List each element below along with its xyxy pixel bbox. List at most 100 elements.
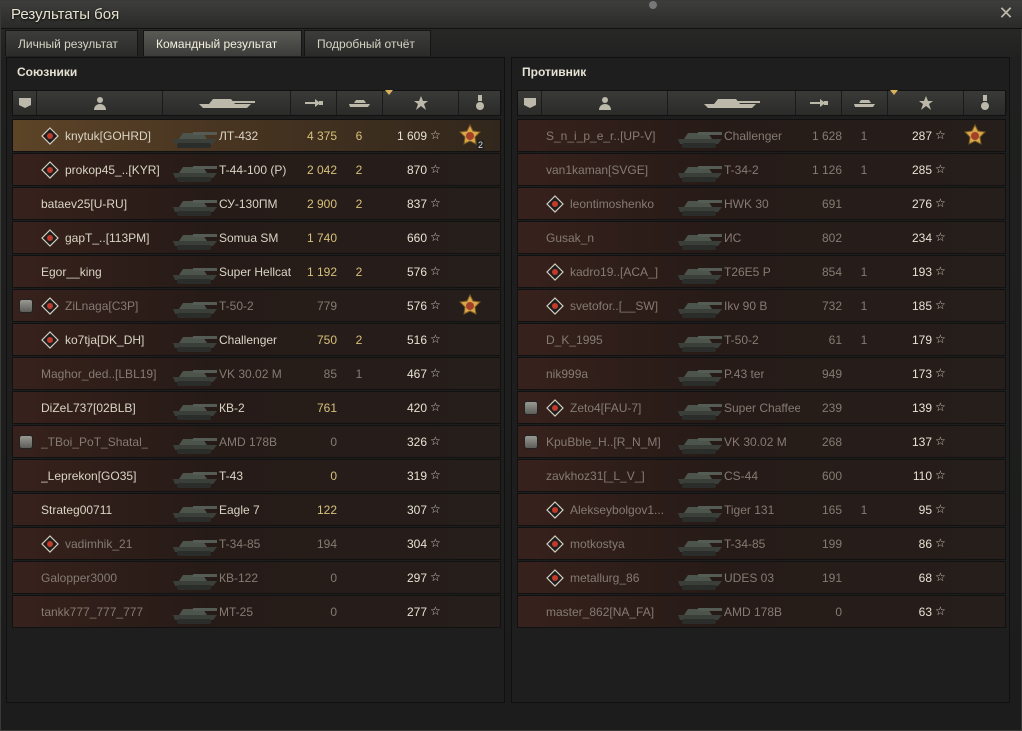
player-row[interactable]: svetofor..[__SW] Ikv 90 B 732 1 185 ☆ [517, 289, 1006, 322]
player-row[interactable]: leontimoshenko HWK 30 691 276 ☆ [517, 187, 1006, 220]
rank-badge-icon [41, 535, 59, 553]
kills-value: 1 [860, 265, 868, 279]
player-row[interactable]: KpuBble_H..[R_N_M] VK 30.02 M 268 137 ☆ [517, 425, 1006, 458]
xp-value: 837 [406, 197, 427, 211]
player-row[interactable]: _Leprekon[GO35] T-43 0 319 ☆ [12, 459, 501, 492]
vehicle-name: ЛТ-432 [219, 129, 259, 143]
player-row[interactable]: D_K_1995 T-50-2 61 1 179 ☆ [517, 323, 1006, 356]
star-icon: ☆ [935, 298, 946, 312]
player-row[interactable]: knytuk[GOHRD] ЛТ-432 4 375 6 1 609 ☆ 2 [12, 119, 501, 152]
player-row[interactable]: kadro19..[ACA_] T26E5 P 854 1 193 ☆ [517, 255, 1006, 288]
vehicle-name: Ikv 90 B [724, 299, 768, 313]
player-name: tankk777_777_777 [41, 605, 144, 619]
xp-star-icon[interactable] [888, 90, 964, 115]
tank-icon[interactable] [163, 91, 291, 115]
vehicle-name: VK 30.02 M [219, 367, 282, 381]
xp-value: 420 [406, 401, 427, 415]
damage-icon[interactable] [291, 91, 337, 115]
player-row[interactable]: prokop45_..[KYR] T-44-100 (P) 2 042 2 870 ☆ [12, 153, 501, 186]
medal-icon[interactable] [963, 123, 987, 148]
tab-detailed-report[interactable]: Подробный отчёт [304, 30, 431, 56]
kills-icon[interactable] [842, 91, 888, 115]
player-row[interactable]: Egor__king Super Hellcat 1 192 2 576 ☆ [12, 255, 501, 288]
damage-value: 61 [828, 333, 842, 347]
star-icon: ☆ [935, 332, 946, 346]
kills-icon[interactable] [337, 91, 383, 115]
player-row[interactable]: tankk777_777_777 MT-25 0 277 ☆ [12, 595, 501, 628]
player-row[interactable]: Galopper3000 КВ-122 0 297 ☆ [12, 561, 501, 594]
player-row[interactable]: Gusak_n ИС 802 234 ☆ [517, 221, 1006, 254]
player-row[interactable]: DiZeL737[02BLB] КВ-2 761 420 ☆ [12, 391, 501, 424]
star-icon: ☆ [430, 128, 441, 142]
player-row[interactable]: zavkhoz31[_L_V_] CS-44 600 110 ☆ [517, 459, 1006, 492]
xp-value: 185 [911, 299, 932, 313]
player-row[interactable]: nik999a P.43 ter 949 173 ☆ [517, 357, 1006, 390]
xp-value: 139 [911, 401, 932, 415]
tank-icon [173, 462, 219, 490]
vehicle-name: Somua SM [219, 231, 279, 245]
tab-team-result[interactable]: Командный результат [143, 30, 302, 56]
tank-icon[interactable] [668, 91, 796, 115]
damage-icon[interactable] [796, 91, 842, 115]
damage-value: 732 [821, 299, 842, 313]
star-icon: ☆ [935, 128, 946, 142]
xp-star-icon[interactable] [383, 90, 459, 115]
vehicle-name: Super Chaffee [724, 401, 800, 415]
medal-column-icon[interactable] [964, 91, 1007, 115]
vehicle-name: ИС [724, 231, 742, 245]
player-name: nik999a [546, 367, 589, 381]
player-row[interactable]: ko7tja[DK_DH] Challenger 750 2 516 ☆ [12, 323, 501, 356]
player-row[interactable]: ZiLnaga[C3P] T-50-2 779 576 ☆ [12, 289, 501, 322]
enemies-list: S_n_i_p_e_r..[UP-V] Challenger 1 628 1 287 ☆ v… [517, 119, 1006, 629]
tank-icon [173, 258, 219, 286]
xp-value: 467 [406, 367, 427, 381]
xp-value: 660 [406, 231, 427, 245]
player-row[interactable]: gapT_..[113PM] Somua SM 1 740 660 ☆ [12, 221, 501, 254]
xp-value: 193 [911, 265, 932, 279]
kills-value: 2 [355, 163, 363, 177]
player-name: kadro19..[ACA_] [570, 265, 659, 279]
player-row[interactable]: van1kaman[SVGE] T-34-2 1 126 1 285 ☆ [517, 153, 1006, 186]
player-row[interactable]: metallurg_86 UDES 03 191 68 ☆ [517, 561, 1006, 594]
kills-value: 2 [355, 197, 363, 211]
player-row[interactable]: Alekseybolgov1... Tiger 131 165 1 95 ☆ [517, 493, 1006, 526]
rank-badge-icon [546, 297, 564, 315]
tank-icon [173, 428, 219, 456]
platoon-icon [524, 435, 538, 449]
damage-value: 0 [330, 469, 337, 483]
rank-badge-icon [41, 297, 59, 315]
star-icon: ☆ [935, 264, 946, 278]
player-row[interactable]: vadimhik_21 T-34-85 194 304 ☆ [12, 527, 501, 560]
vehicle-name: T-44-100 (P) [219, 163, 287, 177]
enemies-panel: Противник S_n_i_p_e_r..[UP-V] Challenger 1… [511, 57, 1010, 703]
star-icon: ☆ [935, 570, 946, 584]
player-row[interactable]: master_862[NA_FA] AMD 178B 0 63 ☆ [517, 595, 1006, 628]
platoon-icon[interactable] [518, 91, 542, 115]
allies-panel: Союзники knytuk[GOHRD] ЛТ-432 4 375 6 1 609 ☆… [6, 57, 505, 703]
tank-icon [678, 258, 724, 286]
grip-icon [649, 1, 657, 9]
player-icon[interactable] [37, 91, 163, 115]
player-row[interactable]: motkostya T-34-85 199 86 ☆ [517, 527, 1006, 560]
tank-icon [173, 564, 219, 592]
vehicle-name: T-34-2 [724, 163, 759, 177]
player-row[interactable]: Zeto4[FAU-7] Super Chaffee 239 139 ☆ [517, 391, 1006, 424]
star-icon: ☆ [935, 162, 946, 176]
medal-icon[interactable]: 2 [458, 123, 484, 150]
player-icon[interactable] [542, 91, 668, 115]
platoon-icon[interactable] [13, 91, 37, 115]
player-row[interactable]: S_n_i_p_e_r..[UP-V] Challenger 1 628 1 287 ☆ [517, 119, 1006, 152]
medal-column-icon[interactable] [459, 91, 502, 115]
star-icon: ☆ [430, 604, 441, 618]
tab-personal-result[interactable]: Личный результат [5, 30, 138, 56]
damage-value: 191 [821, 571, 842, 585]
player-row[interactable]: _TBoi_PoT_Shatal_ AMD 178B 0 326 ☆ [12, 425, 501, 458]
kills-value: 1 [860, 129, 868, 143]
star-icon: ☆ [935, 502, 946, 516]
player-row[interactable]: bataev25[U-RU] СУ-130ПМ 2 900 2 837 ☆ [12, 187, 501, 220]
close-icon[interactable]: ✕ [997, 4, 1015, 22]
tank-icon [678, 496, 724, 524]
player-row[interactable]: Maghor_ded..[LBL19] VK 30.02 M 85 1 467 ☆ [12, 357, 501, 390]
player-row[interactable]: Strateg00711 Eagle 7 122 307 ☆ [12, 493, 501, 526]
medal-icon[interactable] [458, 293, 482, 318]
